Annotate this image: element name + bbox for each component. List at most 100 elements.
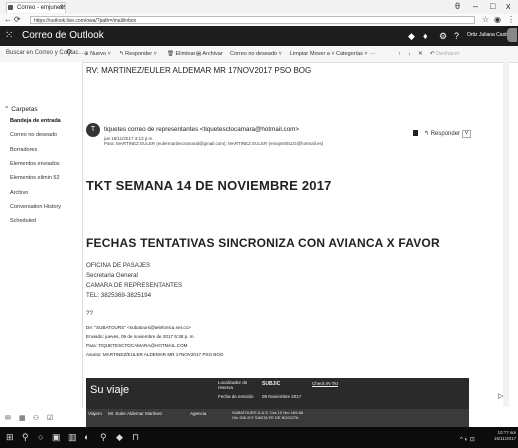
tray-icons[interactable]: ^ ◐ ⊡ — [460, 435, 475, 446]
tasks-icon[interactable]: ☑ — [47, 414, 53, 422]
ellipsis-text[interactable]: ?? — [86, 310, 93, 317]
browser-tab[interactable]: Correo - emjune0911G — [6, 2, 66, 13]
folder-archive[interactable]: Archivo — [10, 190, 28, 196]
down-arrow-icon[interactable]: ↓ — [408, 50, 411, 58]
user-name[interactable]: Ortiz Juliana Castil... — [467, 32, 513, 38]
app-launcher-icon[interactable]: ⁙ — [5, 31, 13, 41]
forward-subject: Asunto: MARTINEZ/EULER ALDEMAR MR 17NOV2… — [86, 352, 224, 357]
search-icon[interactable]: ⚲ — [66, 48, 72, 57]
folder-conversation-history[interactable]: Conversation History — [10, 204, 61, 210]
categories-button[interactable]: Categorías ˅ — [336, 50, 368, 58]
chevron-down-icon[interactable]: ˅ — [461, 130, 472, 138]
tab-close-icon[interactable]: x — [60, 4, 64, 11]
viajero-label: Viajero — [88, 411, 102, 416]
sender-name[interactable]: tiquetes correo de representantes <tique… — [104, 126, 299, 133]
new-button[interactable]: ⊕ Nuevo ˅ — [84, 50, 111, 58]
undo-button[interactable]: ↶ Deshacer — [430, 50, 460, 58]
forward-from: De: "SUBATOURS" <subatours@telefonica.ne… — [86, 325, 191, 330]
calendar-icon[interactable]: ▦ — [19, 414, 26, 422]
minimize-button[interactable]: – — [473, 1, 478, 11]
folder-drafts[interactable]: Borradores — [10, 147, 37, 153]
signature-line: TEL: 3825369-3825194 — [86, 292, 152, 299]
help-icon[interactable]: ? — [454, 30, 459, 42]
delete-button[interactable]: 🗑 Eliminar — [167, 50, 195, 58]
reload-icon[interactable]: ⟳ — [14, 15, 21, 25]
notifications-bell-icon[interactable]: ♦ — [423, 30, 428, 42]
people-icon[interactable]: ⚇ — [33, 414, 39, 422]
windows-start-icon[interactable]: ⊞ — [6, 432, 14, 443]
clock-date: 16/11/2017 — [494, 436, 517, 441]
signature-line: Secretaria General — [86, 272, 138, 279]
undo-label: Deshacer — [436, 51, 460, 57]
sweep-button[interactable]: Limpiar — [290, 50, 308, 58]
sender-avatar: T — [86, 123, 100, 137]
message-subject: RV: MARTINEZ/EULER ALDEMAR MR 17NOV2017 … — [86, 66, 312, 75]
categories-label: Categorías — [336, 51, 363, 57]
reply-all-button[interactable]: ↰ Responder ˅ — [413, 130, 472, 138]
up-arrow-icon[interactable]: ↑ — [398, 50, 401, 58]
browser-menu-icon[interactable]: ⋮ — [507, 15, 515, 24]
browser-tab-bar — [0, 0, 518, 15]
more-button[interactable]: ··· — [370, 50, 376, 58]
reply-label: Responder — [125, 51, 153, 57]
folders-header[interactable]: ⌃ Carpetas — [4, 105, 38, 113]
localizador-label: Localizador de reserva — [218, 380, 248, 390]
message-recipients[interactable]: Para: MARTINEZ EULER (eulermartinezamara… — [104, 141, 323, 146]
email-subheadline: FECHAS TENTATIVAS SINCRONIZA CON AVIANCA… — [86, 236, 440, 250]
file-explorer-icon[interactable]: ▥ — [68, 432, 77, 443]
fecha-label: Fecha de emisión — [218, 394, 254, 399]
cortana-search-icon[interactable]: ⚲ — [22, 432, 29, 443]
signature-line: CAMARA DE REPRESENTANTES — [86, 282, 183, 289]
delete-label: Eliminar — [175, 51, 196, 57]
reply-button[interactable]: ↰ Responder ˅ — [119, 50, 157, 58]
app2-taskbar-icon[interactable]: ⊓ — [132, 432, 139, 443]
junk-label: Correo no deseado — [230, 51, 278, 57]
archive-button[interactable]: ▤ Archivar — [196, 50, 223, 58]
skype-icon[interactable]: ◆ — [408, 30, 415, 42]
archive-label: Archivar — [202, 51, 223, 57]
cortana-icon[interactable]: ○ — [38, 432, 43, 443]
folder-deleted[interactable]: Elementos elimin 52 — [10, 175, 60, 181]
viajero-value: Mr. Euler Aldemar Martinez — [108, 411, 163, 416]
avatar[interactable] — [507, 28, 517, 42]
task-view-icon[interactable]: ▣ — [52, 432, 61, 443]
outlook-favicon-icon — [8, 5, 13, 10]
forward-to: Para: TIQUETESCTOCAMARA@HOTMAIL.COM — [86, 343, 188, 348]
reading-pane-scrollbar[interactable] — [503, 62, 509, 407]
reply-square-icon — [413, 130, 418, 137]
close-window-button[interactable]: x — [506, 1, 511, 11]
junk-button[interactable]: Correo no deseado ˅ — [230, 50, 282, 58]
folders-header-label: Carpetas — [11, 106, 38, 113]
system-clock[interactable]: 10:?? am 16/11/2017 — [494, 430, 516, 442]
mail-icon[interactable]: ✉ — [5, 414, 11, 422]
url-field[interactable]: https://outlook.live.com/owa/?path=/mail… — [30, 16, 475, 24]
email-headline: TKT SEMANA 14 DE NOVIEMBRE 2017 — [86, 178, 332, 193]
clock-time: 10:?? am — [497, 430, 517, 435]
settings-gear-icon[interactable]: ⚙ — [439, 30, 447, 42]
module-switcher — [0, 408, 82, 426]
folder-pane — [0, 62, 83, 408]
agencia-value: SUBATOURS S.A.S. Cra 10 Nro 169-66 Ofc 2… — [232, 410, 304, 420]
app-taskbar-icon[interactable]: ◆ — [116, 432, 123, 443]
scroll-right-icon[interactable]: ▷ — [498, 392, 503, 400]
fecha-value: 09 Noviembre 2017 — [262, 394, 302, 399]
maximize-button[interactable]: □ — [490, 1, 495, 11]
signature-line: OFICINA DE PASAJES — [86, 262, 151, 269]
folder-inbox[interactable]: Bandeja de entrada — [10, 118, 61, 124]
new-label: Nuevo — [90, 51, 107, 57]
windows-taskbar — [0, 427, 518, 448]
browser-taskbar-icon[interactable]: ◐ — [84, 432, 89, 443]
move-button[interactable]: Mover a ˅ — [310, 50, 335, 58]
reply-all-label: Responder — [430, 131, 461, 137]
bookmark-star-icon[interactable]: ☆ — [482, 15, 489, 24]
folder-scheduled[interactable]: Scheduled — [10, 218, 36, 224]
app-title[interactable]: Correo de Outlook — [22, 29, 104, 43]
extension-icon[interactable]: ◉ — [494, 15, 501, 24]
back-icon[interactable]: ← — [4, 15, 12, 25]
folder-sent[interactable]: Elementos enviados — [10, 161, 60, 167]
checkin-link[interactable]: Check IN Tkt — [312, 381, 338, 386]
profile-icon[interactable]: θ — [455, 1, 460, 11]
folder-junk[interactable]: Correo no deseado — [10, 132, 57, 138]
pin-icon[interactable]: ⚲ — [100, 432, 107, 443]
close-message-icon[interactable]: ✕ — [418, 50, 423, 58]
